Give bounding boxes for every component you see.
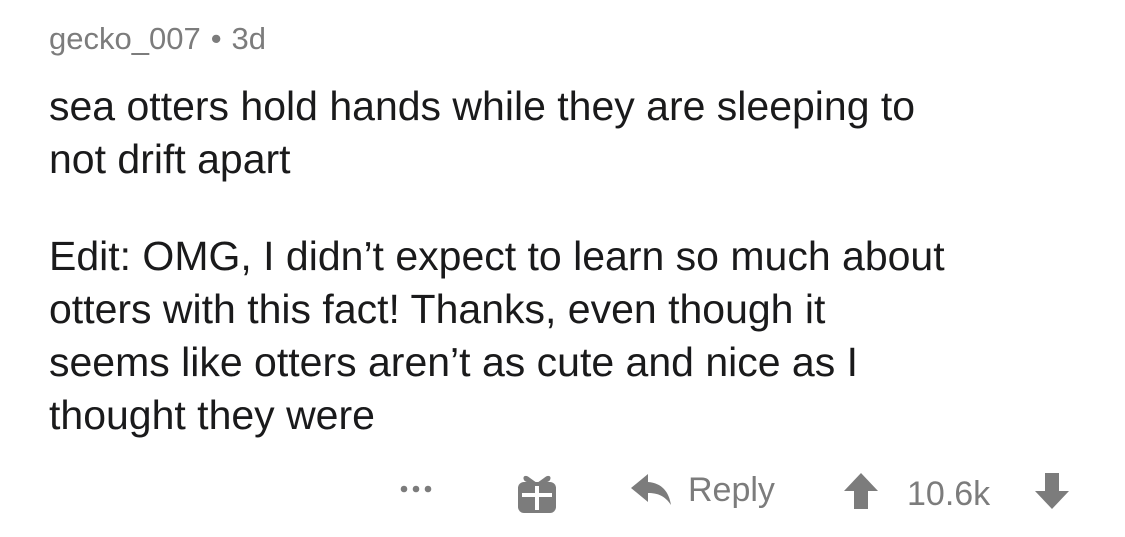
comment-age: 3d	[231, 21, 267, 56]
comment-body: sea otters hold hands while they are sle…	[49, 80, 1079, 442]
reply-arrow-icon	[631, 474, 671, 505]
comment-actions: Reply 10.6k	[49, 467, 1089, 523]
award-button[interactable]	[514, 471, 560, 517]
reply-button[interactable]: Reply	[628, 470, 775, 510]
comment-paragraph: sea otters hold hands while they are sle…	[49, 83, 916, 182]
vote-score-value: 10.6k	[907, 475, 991, 513]
comment-meta: gecko_007 • 3d	[49, 20, 266, 58]
more-horizontal-icon	[400, 485, 432, 493]
reply-label: Reply	[688, 471, 775, 509]
vote-score: 10.6k	[907, 474, 990, 514]
upvote-button[interactable]	[841, 470, 881, 512]
gift-icon	[518, 475, 556, 513]
meta-separator: •	[210, 21, 222, 56]
comment-paragraph-edit: Edit: OMG, I didn’t expect to learn so m…	[49, 233, 945, 438]
author-name[interactable]: gecko_007	[49, 21, 201, 56]
upvote-arrow-icon	[844, 473, 878, 509]
downvote-button[interactable]	[1032, 470, 1072, 512]
downvote-arrow-icon	[1035, 473, 1069, 509]
more-options-button[interactable]	[398, 467, 438, 507]
